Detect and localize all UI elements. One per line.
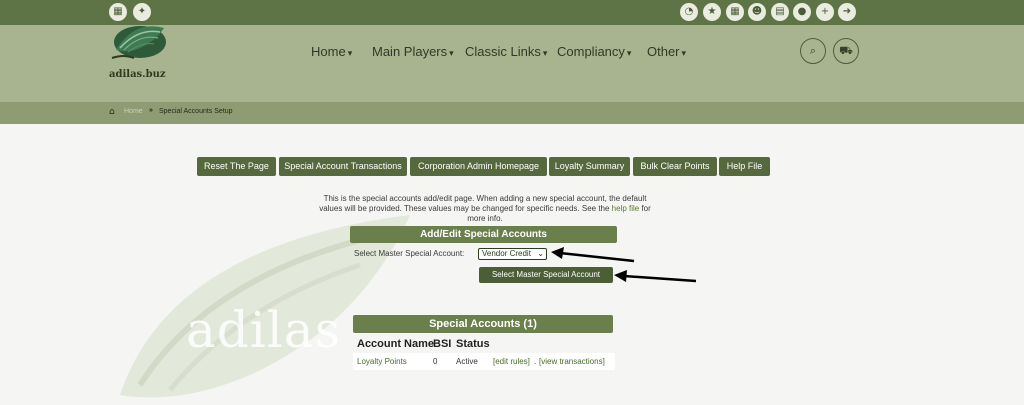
users-icon[interactable]: ☻ xyxy=(748,3,766,21)
column-header-status: Status xyxy=(456,338,490,350)
logo-icon[interactable] xyxy=(104,12,170,68)
logout-icon[interactable]: ➜ xyxy=(838,3,856,21)
chevron-down-icon: ⌄ xyxy=(537,249,544,258)
status-value: Active xyxy=(456,357,478,366)
corporation-admin-homepage-button[interactable]: Corporation Admin Homepage xyxy=(410,157,547,176)
special-accounts-heading: Special Accounts (1) xyxy=(353,315,613,333)
master-account-select[interactable]: Vendor Credit ⌄ xyxy=(478,248,547,260)
logo-text: adilas.buz xyxy=(109,69,166,80)
calendar-icon[interactable]: ▤ xyxy=(771,3,789,21)
breadcrumb-home-link[interactable]: Home xyxy=(124,108,143,115)
column-header-account-name: Account Name xyxy=(357,338,435,350)
nav-home[interactable]: Home ▾ xyxy=(311,44,352,59)
breadcrumb xyxy=(0,102,1024,124)
building-icon[interactable]: ▦ xyxy=(726,3,744,21)
account-name-link[interactable]: Loyalty Points xyxy=(357,357,407,366)
nav-classic-links[interactable]: Classic Links ▾ xyxy=(465,44,547,59)
select-label: Select Master Special Account: xyxy=(354,249,465,258)
home-icon[interactable]: ⌂ xyxy=(109,107,115,117)
view-transactions-link[interactable]: [view transactions] xyxy=(539,357,605,366)
column-header-bsi: BSI xyxy=(433,338,452,350)
edit-rules-link[interactable]: [edit rules] xyxy=(493,357,530,366)
reset-page-button[interactable]: Reset The Page xyxy=(197,157,276,176)
user-icon[interactable]: ● xyxy=(793,3,811,21)
annotation-arrow-icon xyxy=(551,247,635,263)
watermark-text: adilas xyxy=(186,301,342,359)
gauge-icon[interactable]: ◔ xyxy=(680,3,698,21)
nav-compliancy[interactable]: Compliancy ▾ xyxy=(557,44,631,59)
special-account-transactions-button[interactable]: Special Account Transactions xyxy=(279,157,407,176)
bulk-clear-points-button[interactable]: Bulk Clear Points xyxy=(633,157,717,176)
user-plus-icon[interactable]: + xyxy=(816,3,834,21)
breadcrumb-separator-icon: » xyxy=(149,107,153,114)
cart-icon[interactable]: ⛟ xyxy=(833,38,859,64)
breadcrumb-current: Special Accounts Setup xyxy=(159,108,233,115)
add-edit-heading: Add/Edit Special Accounts xyxy=(350,226,617,243)
nav-other[interactable]: Other ▾ xyxy=(647,44,686,59)
bsi-value: 0 xyxy=(433,357,438,366)
link-separator: . xyxy=(534,357,537,366)
star-icon[interactable]: ★ xyxy=(703,3,721,21)
select-master-account-button[interactable]: Select Master Special Account xyxy=(479,267,613,283)
search-icon[interactable]: ⌕ xyxy=(800,38,826,64)
help-file-link[interactable]: help file xyxy=(612,204,640,213)
loyalty-summary-button[interactable]: Loyalty Summary xyxy=(549,157,630,176)
intro-text: This is the special accounts add/edit pa… xyxy=(319,194,651,223)
nav-main-players[interactable]: Main Players ▾ xyxy=(372,44,454,59)
annotation-arrow-icon xyxy=(614,270,697,283)
help-file-button[interactable]: Help File xyxy=(719,157,770,176)
